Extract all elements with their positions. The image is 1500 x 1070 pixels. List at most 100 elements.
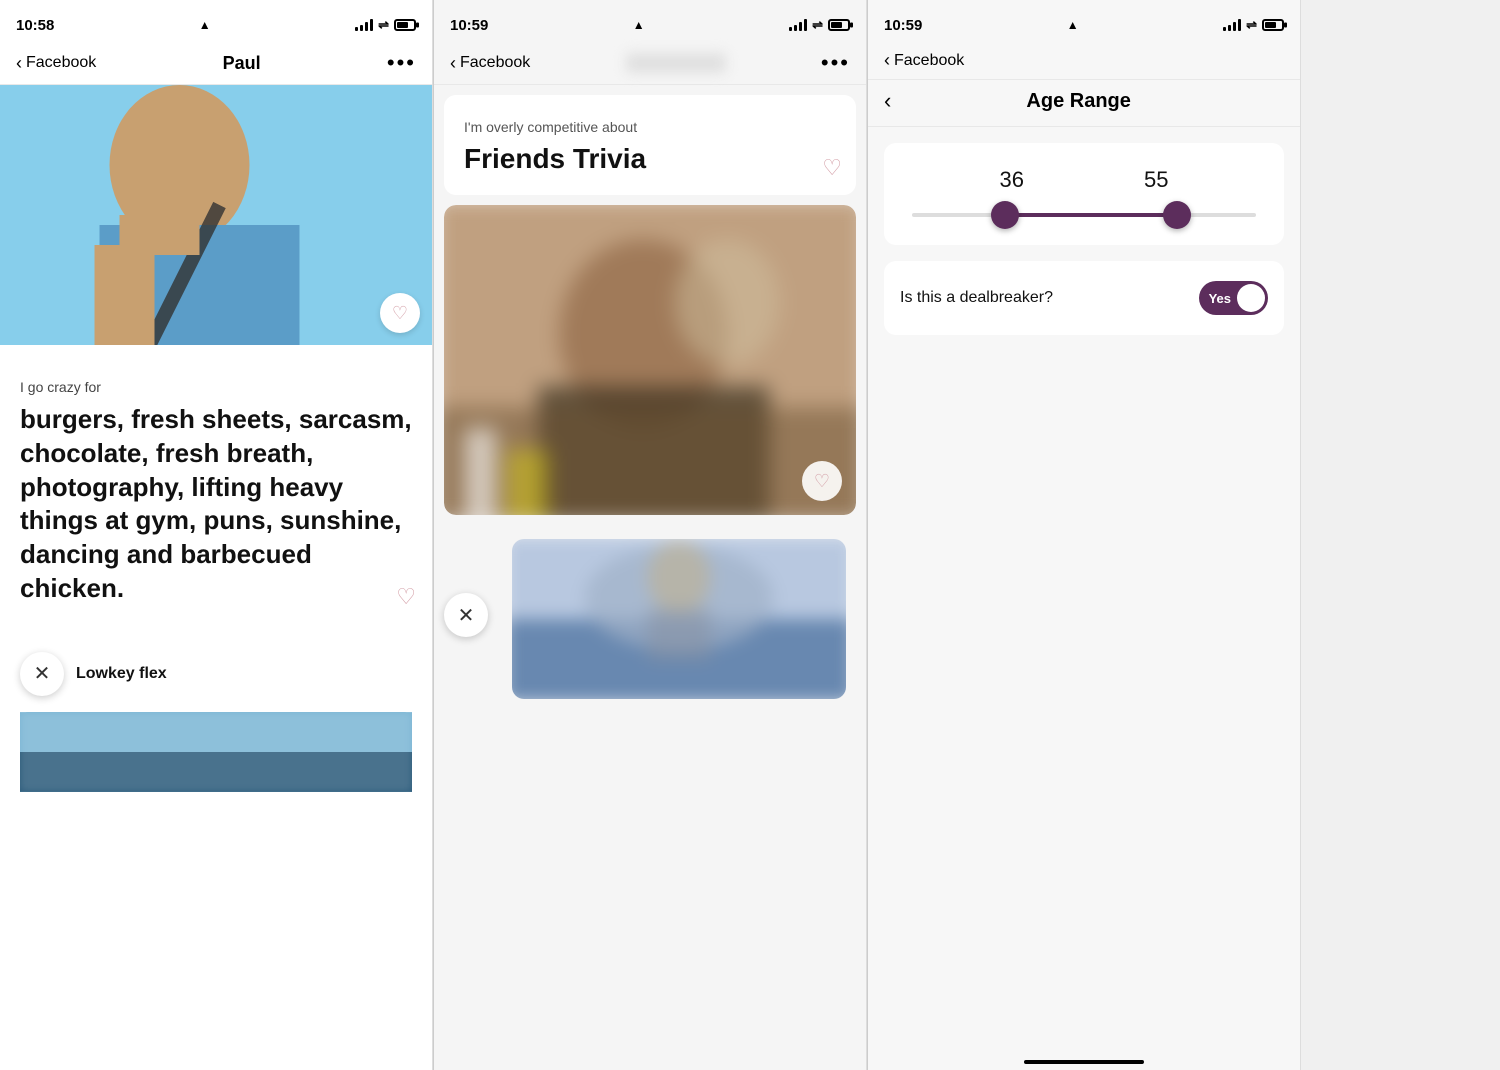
heart-icon-2: ♡ [814,471,830,492]
interest-title-2: Friends Trivia [464,143,836,175]
settings-back-button[interactable]: ‹ [884,88,891,114]
wifi-icon-2: ⇌ [812,17,823,33]
bar2-3 [1228,25,1231,31]
lowkey-photo-svg [20,712,412,792]
settings-title: Age Range [903,90,1254,113]
battery-icon-1 [394,19,416,31]
status-icons-3: ⇌ [1223,17,1284,33]
battery-fill-1 [397,22,408,28]
bar4-2 [804,19,807,31]
dealbreaker-row: Is this a dealbreaker? Yes [884,261,1284,335]
age-values: 36 55 [904,167,1264,193]
phone-panel-3: 10:59 ▲ ⇌ ‹ Facebook ‹ Age Range [868,0,1301,1070]
x-button-1[interactable]: ✕ [20,652,64,696]
phone-panel-2: 10:59 ▲ ⇌ ‹ Facebook ••• I'm overly comp… [434,0,867,1070]
interest-label-2: I'm overly competitive about [464,119,836,135]
photo-card-1: ♡ [444,205,856,515]
lowkey-label: Lowkey flex [76,665,167,683]
signal-bars-2 [789,19,807,31]
back-button-2[interactable]: ‹ Facebook [450,53,530,74]
x-icon-1: ✕ [34,661,51,686]
photo-card-2 [512,539,846,699]
back-label-1: Facebook [26,54,96,72]
back-arrow-2: ‹ [450,53,456,74]
blurred-photo-svg-2 [512,539,846,699]
heart-icon-1: ♡ [392,303,408,324]
nav-bar-1: ‹ Facebook Paul ••• [0,44,432,85]
bar1-3 [1223,27,1226,31]
settings-nav: ‹ Age Range [868,80,1300,127]
back-label-3: Facebook [894,52,964,70]
age-min-value: 36 [1000,167,1024,193]
home-indicator-3 [1024,1060,1144,1064]
status-time-3: 10:59 [884,17,922,34]
card-heart-btn-2[interactable]: ♡ [822,155,842,181]
slider-fill [1001,213,1180,217]
signal-bars-1 [355,19,373,31]
card-text-1: burgers, fresh sheets, sarcasm, chocolat… [20,403,412,606]
location-icon-3: ▲ [1067,18,1079,32]
bar4 [370,19,373,31]
more-options-2[interactable]: ••• [821,50,850,76]
battery-icon-2 [828,19,850,31]
dealbreaker-label: Is this a dealbreaker? [900,289,1053,307]
bar1-2 [789,27,792,31]
wifi-icon-3: ⇌ [1246,17,1257,33]
bar1 [355,27,358,31]
age-range-section: 36 55 [884,143,1284,245]
back-button-1[interactable]: ‹ Facebook [16,53,96,74]
photo-heart-btn-1[interactable]: ♡ [380,293,420,333]
profile-photo: ♡ [0,85,432,345]
profile-name: Paul [223,53,261,74]
status-time-2: 10:59 [450,17,488,34]
back-arrow-1: ‹ [16,53,22,74]
bar3-3 [1233,22,1236,31]
x-button-2[interactable]: ✕ [444,593,488,637]
lowkey-photo [20,712,412,792]
blurred-name [626,53,726,73]
age-max-value: 55 [1144,167,1168,193]
battery-fill-3 [1265,22,1276,28]
back-arrow-3: ‹ [884,50,890,71]
card-heart-btn-1[interactable]: ♡ [396,584,416,610]
back-button-3[interactable]: ‹ Facebook [884,50,964,71]
back-label-2: Facebook [460,54,530,72]
wifi-icon-1: ⇌ [378,17,389,33]
bar2 [360,25,363,31]
more-options-1[interactable]: ••• [387,50,416,76]
panel2-bottom: ✕ [434,525,866,713]
x-icon-2: ✕ [458,603,475,628]
blurred-photo-svg-1 [444,205,856,515]
status-bar-1: 10:58 ▲ ⇌ [0,0,432,44]
bar3 [365,22,368,31]
toggle-label: Yes [1209,291,1231,306]
bar4-3 [1238,19,1241,31]
battery-icon-3 [1262,19,1284,31]
location-icon-1: ▲ [199,18,211,32]
signal-bars-3 [1223,19,1241,31]
interest-card-2: I'm overly competitive about Friends Tri… [444,95,856,195]
interest-card-1: I go crazy for burgers, fresh sheets, sa… [0,355,432,626]
phone-panel-1: 10:58 ▲ ⇌ ‹ Facebook Paul ••• [0,0,433,1070]
status-bar-2: 10:59 ▲ ⇌ [434,0,866,44]
nav-bar-2: ‹ Facebook ••• [434,44,866,85]
toggle-circle [1237,284,1265,312]
photo-svg [0,85,432,345]
battery-fill-2 [831,22,842,28]
status-icons-1: ⇌ [355,17,416,33]
slider-thumb-min[interactable] [991,201,1019,229]
bar3-2 [799,22,802,31]
nav-bar-3: ‹ Facebook [868,44,1300,80]
bar2-2 [794,25,797,31]
photo-heart-btn-2[interactable]: ♡ [802,461,842,501]
location-icon-2: ▲ [633,18,645,32]
card-label-1: I go crazy for [20,379,412,395]
dealbreaker-toggle[interactable]: Yes [1199,281,1268,315]
photo-wrapper-1 [444,205,856,515]
lowkey-card: ✕ Lowkey flex [0,636,432,808]
status-time-1: 10:58 [16,17,54,34]
slider-thumb-max[interactable] [1163,201,1191,229]
status-icons-2: ⇌ [789,17,850,33]
age-slider-track[interactable] [912,213,1256,217]
photo-content [0,85,432,345]
